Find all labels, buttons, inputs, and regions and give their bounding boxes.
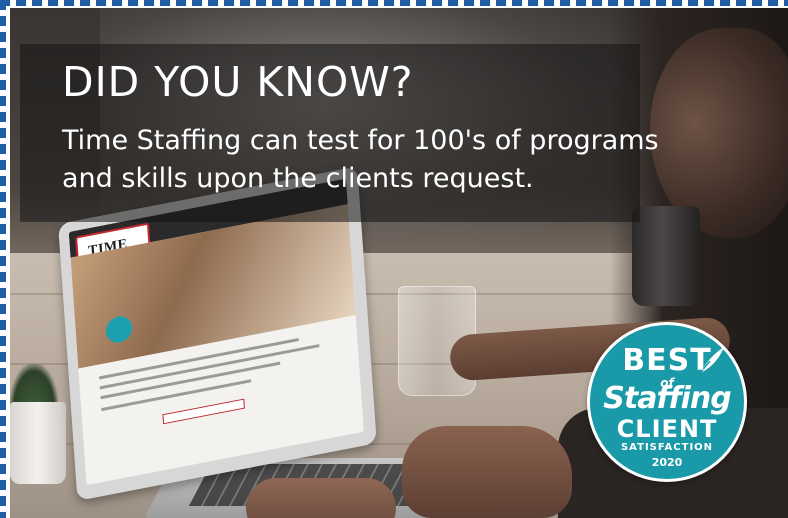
person-right-hand [402,426,572,518]
subline: Time Staffing can test for 100's of prog… [62,122,752,198]
badge-best: BEST [622,343,712,378]
ad-frame: TIME DID YOU KNOW? Time Staffing can tes… [0,0,788,518]
subline-line-2: and skills upon the clients request. [62,163,534,194]
badge-satisfaction: SATISFACTION [620,442,714,453]
badge-staffing: Staffing [603,381,731,416]
website-screenshot: TIME [68,178,364,486]
dashed-border-left [0,0,6,518]
badge-client: CLIENT [616,415,718,443]
coffee-mug [632,206,700,306]
badge-year: 2020 [651,456,683,469]
subline-line-1: Time Staffing can test for 100's of prog… [62,125,659,156]
headline: DID YOU KNOW? [62,58,414,106]
dashed-border-top [0,0,788,6]
site-button [162,398,245,425]
plant-pot [10,402,66,484]
best-of-staffing-badge: BEST of Staffing CLIENT SATISFACTION 202… [587,322,747,482]
person-left-hand [246,478,396,518]
